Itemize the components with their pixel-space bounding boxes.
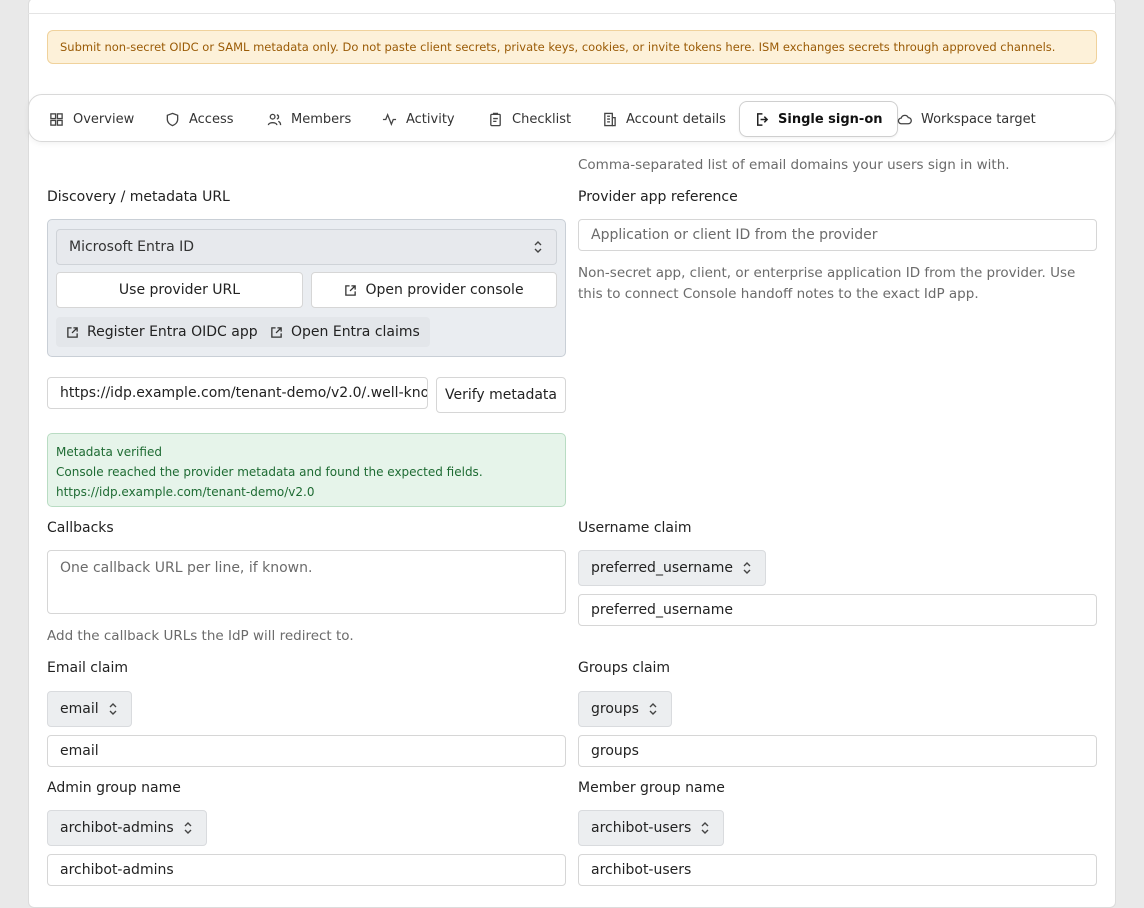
select-value: archibot-admins (60, 820, 174, 836)
verified-title: Metadata verified (56, 445, 162, 459)
metadata-verified-alert: Metadata verified Console reached the pr… (47, 433, 566, 507)
tab-label: Account details (626, 111, 726, 127)
callbacks-textarea[interactable]: One callback URL per line, if known. (47, 550, 566, 614)
provider-box: Microsoft Entra ID Use provider URL Open… (47, 219, 566, 357)
chevron-up-down-icon (701, 822, 709, 834)
tab-bar: Overview Access Members Activity Checkli… (28, 94, 1116, 142)
open-provider-console-button[interactable]: Open provider console (311, 272, 557, 308)
button-label: Open Entra claims (291, 324, 420, 340)
verified-issuer: https://idp.example.com/tenant-demo/v2.0 (56, 485, 315, 499)
provider-app-helper: Non-secret app, client, or enterprise ap… (578, 265, 1076, 302)
tab-label: Overview (73, 111, 135, 127)
username-claim-select[interactable]: preferred_username (578, 550, 766, 586)
metadata-url-value: https://idp.example.com/tenant-demo/v2.0… (60, 385, 427, 401)
divider (28, 13, 1116, 14)
input-value: groups (591, 743, 639, 759)
chevron-up-down-icon (649, 703, 657, 715)
tab-label: Single sign-on (778, 111, 883, 127)
email-claim-select[interactable]: email (47, 691, 132, 727)
external-link-icon (67, 326, 78, 338)
discovery-label: Discovery / metadata URL (47, 189, 230, 205)
provider-app-placeholder: Application or client ID from the provid… (591, 227, 878, 243)
users-icon (267, 113, 282, 125)
username-claim-label: Username claim (578, 520, 692, 536)
provider-select[interactable]: Microsoft Entra ID (56, 229, 557, 265)
select-value: email (60, 701, 99, 717)
provider-app-input[interactable]: Application or client ID from the provid… (578, 219, 1097, 251)
callbacks-placeholder: One callback URL per line, if known. (60, 560, 313, 576)
button-label: Use provider URL (118, 282, 241, 298)
open-entra-claims-button[interactable]: Open Entra claims (260, 317, 430, 347)
tab-label: Workspace target (921, 111, 1036, 127)
chevron-up-down-icon (534, 241, 542, 253)
button-label: Open provider console (365, 282, 524, 298)
input-value: archibot-admins (60, 862, 174, 878)
shield-icon (166, 112, 179, 126)
activity-icon (382, 112, 397, 126)
overview-icon (50, 112, 63, 126)
tab-workspace-target[interactable]: Workspace target (897, 101, 1036, 137)
select-value: preferred_username (591, 560, 733, 576)
button-label: Verify metadata (444, 387, 558, 403)
clipboard-icon (490, 112, 501, 126)
metadata-url-input[interactable]: https://idp.example.com/tenant-demo/v2.0… (47, 377, 428, 409)
member-group-input[interactable]: archibot-users (578, 854, 1097, 886)
username-claim-input[interactable]: preferred_username (578, 594, 1097, 626)
cloud-icon (897, 114, 912, 124)
tab-label: Activity (406, 111, 455, 127)
domains-helper: Comma-separated list of email domains yo… (578, 157, 1010, 173)
tab-label: Access (189, 111, 234, 127)
tab-single-sign-on[interactable]: Single sign-on (739, 101, 898, 137)
email-claim-label: Email claim (47, 660, 128, 676)
tab-label: Members (291, 111, 352, 127)
select-value: archibot-users (591, 820, 692, 836)
tab-access[interactable]: Access (165, 101, 234, 137)
input-value: email (60, 743, 99, 759)
tab-activity[interactable]: Activity (382, 101, 455, 137)
tab-members[interactable]: Members (267, 101, 351, 137)
tab-account-details[interactable]: Account details (602, 101, 726, 137)
member-group-label: Member group name (578, 780, 725, 796)
external-link-icon (345, 284, 357, 296)
external-link-icon (271, 326, 282, 338)
tab-overview[interactable]: Overview (49, 101, 134, 137)
admin-group-label: Admin group name (47, 780, 181, 796)
admin-group-select[interactable]: archibot-admins (47, 810, 207, 846)
verified-message: Console reached the provider metadata an… (56, 465, 483, 479)
register-entra-app-button[interactable]: Register Entra OIDC app (56, 317, 268, 347)
admin-group-input[interactable]: archibot-admins (47, 854, 566, 886)
select-value: groups (591, 701, 639, 717)
chevron-up-down-icon (743, 562, 751, 574)
verify-metadata-button[interactable]: Verify metadata (436, 377, 566, 413)
callbacks-label: Callbacks (47, 520, 114, 536)
sso-icon (757, 112, 769, 126)
provider-select-value: Microsoft Entra ID (69, 239, 195, 255)
use-provider-url-button[interactable]: Use provider URL (56, 272, 303, 308)
callbacks-helper: Add the callback URLs the IdP will redir… (47, 628, 354, 644)
input-value: preferred_username (591, 602, 733, 618)
groups-claim-label: Groups claim (578, 660, 671, 676)
tab-checklist[interactable]: Checklist (488, 101, 571, 137)
groups-claim-input[interactable]: groups (578, 735, 1097, 767)
member-group-select[interactable]: archibot-users (578, 810, 725, 846)
security-notice: Submit non-secret OIDC or SAML metadata … (47, 30, 1097, 64)
input-value: archibot-users (591, 862, 692, 878)
provider-app-label: Provider app reference (578, 189, 738, 205)
chevron-up-down-icon (184, 822, 192, 834)
groups-claim-select[interactable]: groups (578, 691, 672, 727)
tab-label: Checklist (512, 111, 572, 127)
building-icon (604, 112, 616, 126)
email-claim-input[interactable]: email (47, 735, 566, 767)
button-label: Register Entra OIDC app (87, 324, 258, 340)
chevron-up-down-icon (109, 703, 117, 715)
